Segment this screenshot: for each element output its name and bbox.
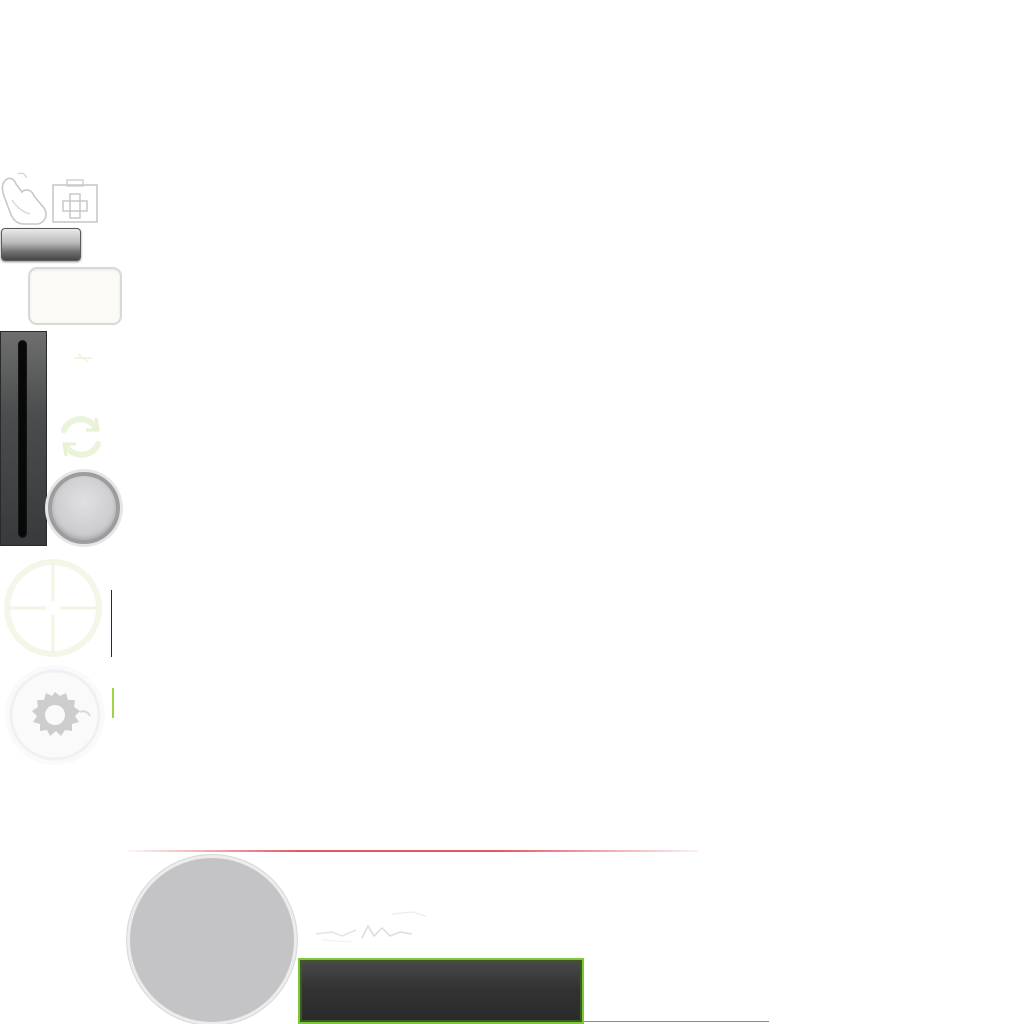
dark-status-panel[interactable] <box>298 958 584 1024</box>
crosshair-icon[interactable] <box>0 555 106 661</box>
medkit-icon[interactable] <box>50 178 100 224</box>
faint-caption-scribble <box>312 906 432 950</box>
avatar-circle[interactable] <box>127 855 297 1024</box>
dark-gradient-button[interactable] <box>1 228 81 261</box>
thin-divider <box>111 590 112 657</box>
vertical-slider-groove[interactable] <box>18 340 27 538</box>
faint-decorative-mark <box>72 350 94 366</box>
cream-text-panel[interactable] <box>28 267 122 325</box>
refresh-icon[interactable] <box>52 408 110 466</box>
hand-pointer-icon[interactable] <box>0 170 50 226</box>
bottom-rule <box>584 1021 769 1022</box>
gear-icon[interactable] <box>0 660 110 770</box>
round-knob-button[interactable] <box>48 472 120 544</box>
red-separator-line <box>128 850 698 852</box>
ui-canvas <box>0 0 1024 1024</box>
green-accent-tick <box>112 688 114 718</box>
